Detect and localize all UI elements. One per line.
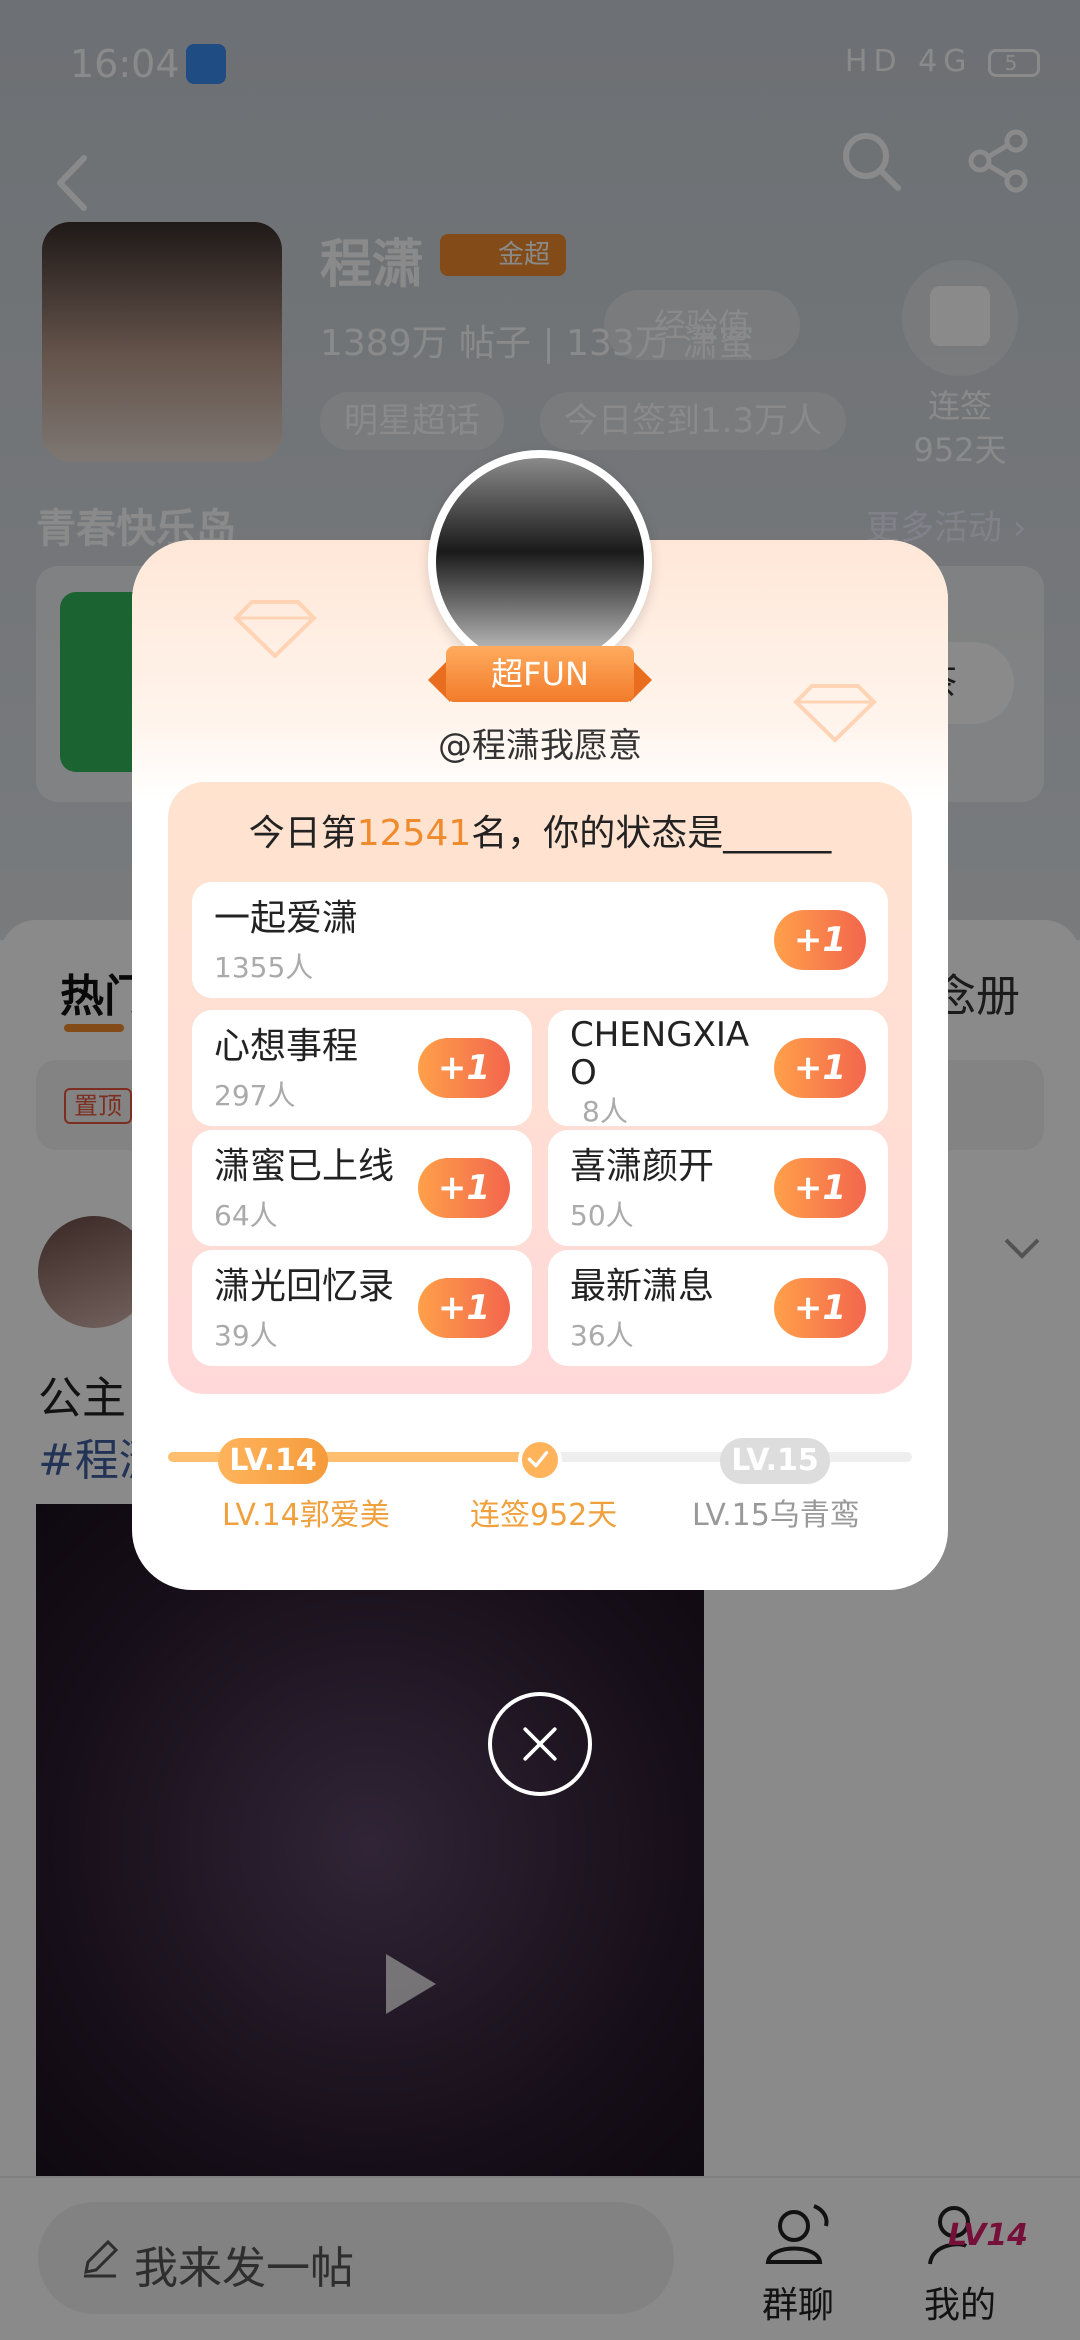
- option-label: 最新潇息: [570, 1266, 715, 1307]
- plus-one-button[interactable]: +1: [774, 1278, 866, 1338]
- diamond-icon: [233, 600, 317, 659]
- user-handle: @程潇我愿意: [438, 726, 642, 766]
- status-option[interactable]: 心想事程 297人 +1: [192, 1010, 532, 1126]
- option-label: 心想事程: [214, 1026, 359, 1067]
- plus-one-button[interactable]: +1: [418, 1278, 510, 1338]
- next-level-pill: LV.15: [720, 1438, 830, 1484]
- option-count: 8人: [582, 1095, 628, 1128]
- checkin-status-modal: 超FUN @程潇我愿意 今日第12541名，你的状态是______ 一起爱潇 1…: [132, 450, 948, 1590]
- status-option[interactable]: 潇光回忆录 39人 +1: [192, 1250, 532, 1366]
- next-level-caption: LV.15乌青鸾: [692, 1498, 860, 1533]
- option-label: 喜潇颜开: [570, 1146, 715, 1187]
- current-level-caption: LV.14郭爱美: [222, 1498, 390, 1533]
- status-option[interactable]: 一起爱潇 1355人 +1: [192, 882, 888, 998]
- status-options-panel: 今日第12541名，你的状态是______ 一起爱潇 1355人 +1 心想事程…: [168, 782, 912, 1394]
- option-count: 297人: [214, 1079, 296, 1112]
- rank-number: 12541: [356, 813, 472, 854]
- plus-one-button[interactable]: +1: [418, 1038, 510, 1098]
- rank-title: 今日第12541名，你的状态是______: [168, 804, 912, 856]
- plus-one-button[interactable]: +1: [774, 1158, 866, 1218]
- streak-caption: 连签952天: [470, 1498, 618, 1533]
- ribbon-label: 超FUN: [446, 646, 634, 702]
- option-label: 一起爱潇: [214, 898, 359, 939]
- option-count: 39人: [214, 1319, 278, 1352]
- status-option[interactable]: CHENGXIAO 8人 +1: [548, 1010, 888, 1128]
- option-label: CHENGXIAO: [570, 1015, 750, 1093]
- rank-prefix: 今日第: [248, 813, 357, 854]
- option-label: 潇蜜已上线: [214, 1146, 395, 1187]
- close-icon[interactable]: [488, 1692, 592, 1796]
- check-icon: [518, 1438, 562, 1482]
- current-level-pill: LV.14: [218, 1438, 328, 1484]
- option-label: 潇光回忆录: [214, 1266, 395, 1307]
- option-count: 1355人: [214, 951, 314, 984]
- option-count: 50人: [570, 1199, 634, 1232]
- plus-one-button[interactable]: +1: [774, 910, 866, 970]
- user-avatar: [428, 450, 652, 674]
- super-fun-ribbon: 超FUN: [428, 646, 652, 702]
- option-count: 36人: [570, 1319, 634, 1352]
- plus-one-button[interactable]: +1: [418, 1158, 510, 1218]
- plus-one-button[interactable]: +1: [774, 1038, 866, 1098]
- rank-suffix: 名，你的状态是______: [471, 813, 832, 854]
- status-option[interactable]: 潇蜜已上线 64人 +1: [192, 1130, 532, 1246]
- option-count: 64人: [214, 1199, 278, 1232]
- status-option[interactable]: 喜潇颜开 50人 +1: [548, 1130, 888, 1246]
- status-option[interactable]: 最新潇息 36人 +1: [548, 1250, 888, 1366]
